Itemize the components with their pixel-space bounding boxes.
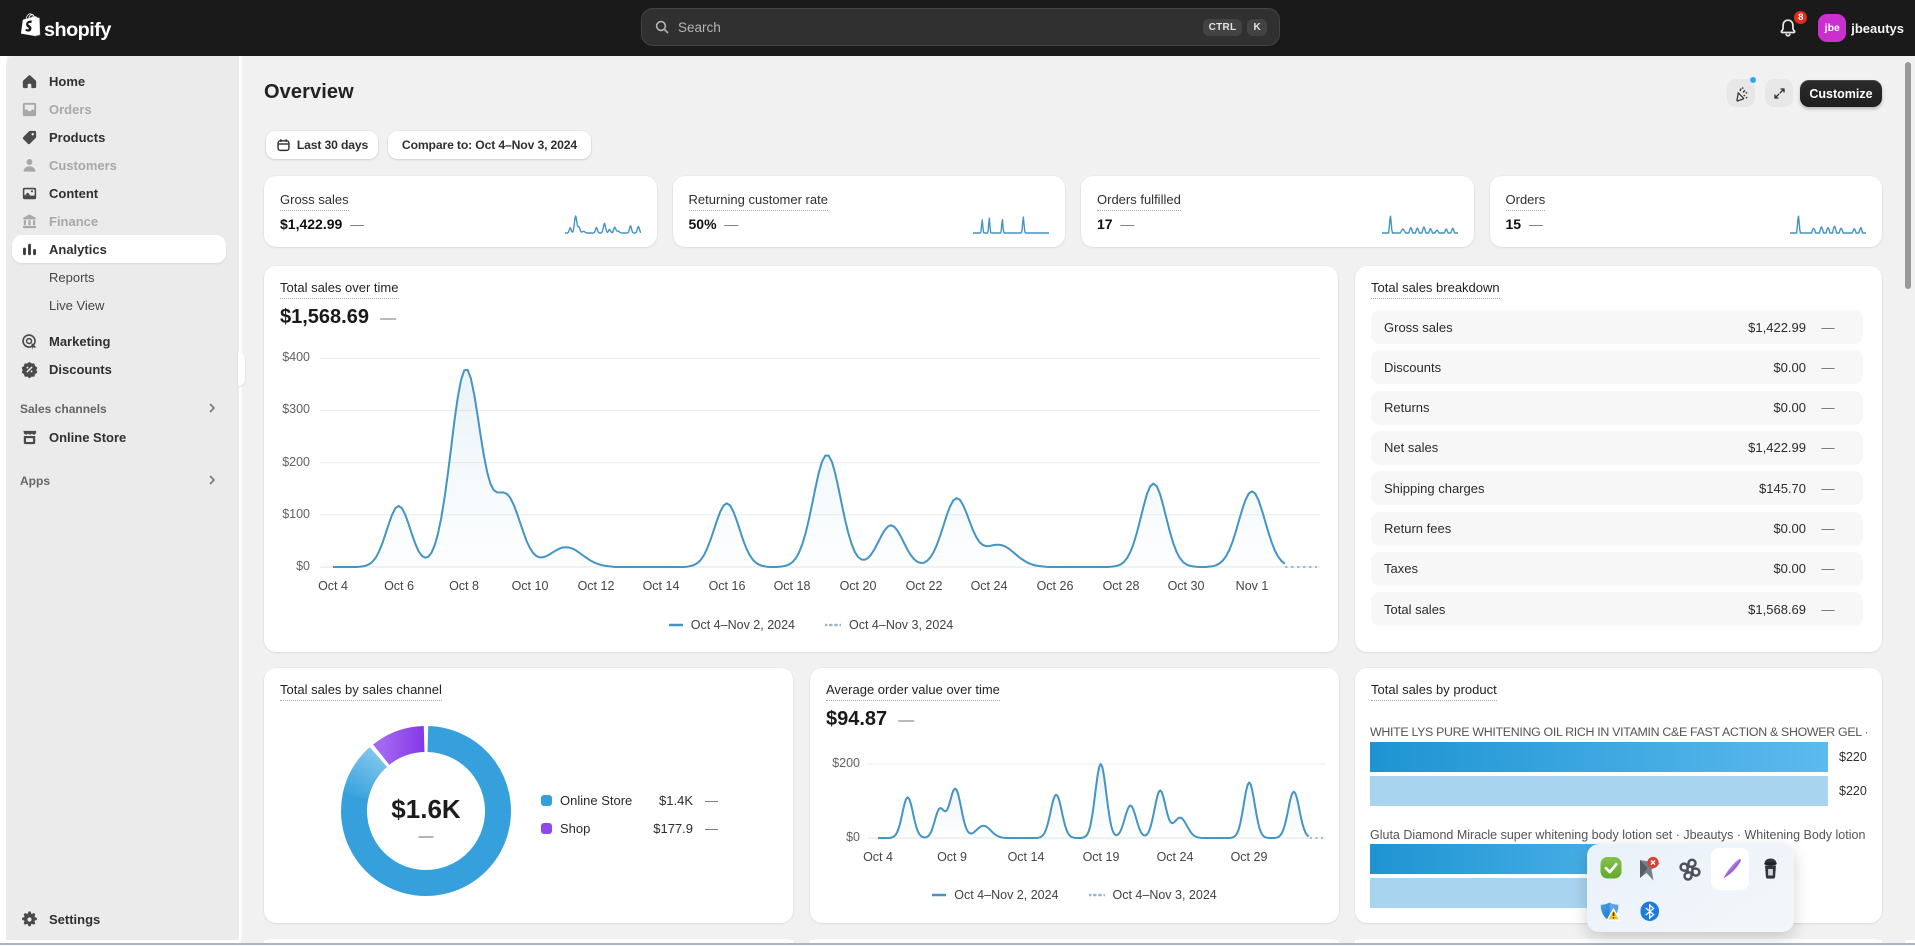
svg-text:shopify: shopify <box>44 19 111 41</box>
